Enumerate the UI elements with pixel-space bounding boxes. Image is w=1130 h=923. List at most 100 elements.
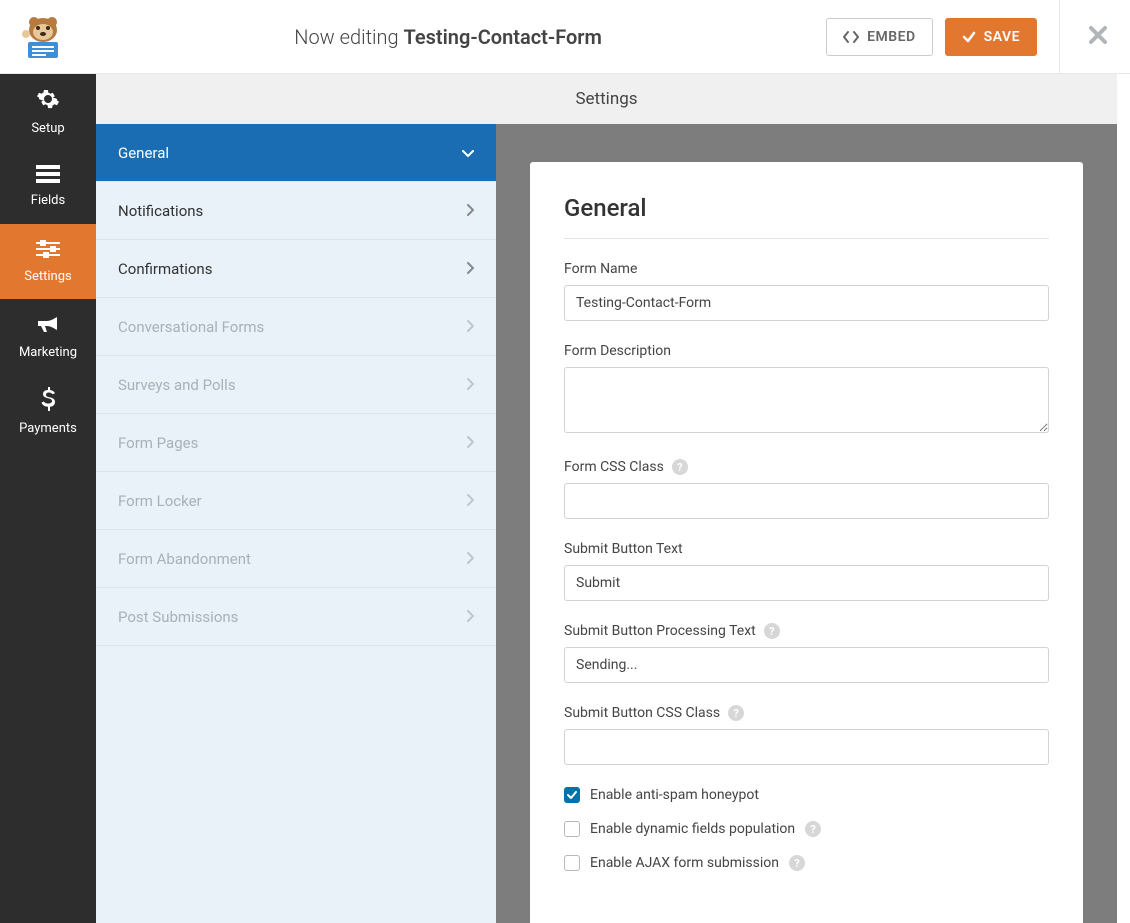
submit-text-input[interactable] — [564, 565, 1049, 601]
rail-item-fields[interactable]: Fields — [0, 149, 96, 224]
form-title: Testing-Contact-Form — [403, 25, 601, 49]
list-icon — [36, 165, 60, 187]
check-icon — [567, 791, 577, 799]
chevron-right-icon — [467, 260, 474, 278]
main-stage: General Form Name Form Description Form … — [496, 124, 1117, 923]
general-settings-card: General Form Name Form Description Form … — [530, 162, 1083, 923]
chevron-right-icon — [467, 434, 474, 452]
embed-button[interactable]: EMBED — [826, 18, 933, 56]
checkbox-ajax-row: Enable AJAX form submission ? — [564, 855, 1049, 871]
subitem-form-pages[interactable]: Form Pages — [96, 414, 496, 472]
checkbox-honeypot[interactable] — [564, 787, 580, 803]
subitem-label: Surveys and Polls — [118, 376, 236, 394]
close-button[interactable] — [1088, 25, 1110, 49]
subitem-post-submissions[interactable]: Post Submissions — [96, 588, 496, 646]
help-icon[interactable]: ? — [728, 705, 744, 721]
subitem-form-locker[interactable]: Form Locker — [96, 472, 496, 530]
submit-css-label: Submit Button CSS Class ? — [564, 705, 1049, 721]
submit-processing-input[interactable] — [564, 647, 1049, 683]
save-label: SAVE — [984, 29, 1020, 45]
editing-title: Now editing Testing-Contact-Form — [70, 25, 826, 49]
check-icon — [962, 30, 976, 44]
css-class-label: Form CSS Class ? — [564, 459, 1049, 475]
field-submit-css: Submit Button CSS Class ? — [564, 705, 1049, 765]
subitem-label: General — [118, 144, 169, 162]
css-class-label-text: Form CSS Class — [564, 459, 664, 475]
checkbox-honeypot-label: Enable anti-spam honeypot — [590, 787, 759, 803]
subitem-general[interactable]: General — [96, 124, 496, 182]
embed-label: EMBED — [867, 29, 916, 45]
rail-label: Setup — [31, 121, 64, 136]
app-logo — [15, 9, 70, 64]
rail-item-settings[interactable]: Settings — [0, 224, 96, 299]
field-submit-processing: Submit Button Processing Text ? — [564, 623, 1049, 683]
chevron-right-icon — [467, 318, 474, 336]
submit-css-label-text: Submit Button CSS Class — [564, 705, 720, 721]
section-title: Settings — [575, 89, 637, 109]
chevron-right-icon — [467, 492, 474, 510]
form-name-label: Form Name — [564, 261, 1049, 277]
form-desc-label: Form Description — [564, 343, 1049, 359]
subitem-form-abandonment[interactable]: Form Abandonment — [96, 530, 496, 588]
chevron-right-icon — [467, 202, 474, 220]
submit-css-input[interactable] — [564, 729, 1049, 765]
checkbox-honeypot-row: Enable anti-spam honeypot — [564, 787, 1049, 803]
subitem-label: Notifications — [118, 202, 203, 220]
subitem-label: Post Submissions — [118, 608, 238, 626]
subitem-label: Form Locker — [118, 492, 202, 510]
subitem-label: Conversational Forms — [118, 318, 264, 336]
chevron-right-icon — [467, 608, 474, 626]
rail-item-marketing[interactable]: Marketing — [0, 299, 96, 374]
field-css-class: Form CSS Class ? — [564, 459, 1049, 519]
field-form-description: Form Description — [564, 343, 1049, 437]
field-form-name: Form Name — [564, 261, 1049, 321]
now-editing-prefix: Now editing — [294, 25, 403, 49]
checkbox-ajax[interactable] — [564, 855, 580, 871]
bullhorn-icon — [36, 313, 60, 339]
help-icon[interactable]: ? — [764, 623, 780, 639]
rail-label: Fields — [31, 193, 65, 208]
divider — [1059, 0, 1060, 74]
settings-sublist: General Notifications Confirmations Conv… — [96, 124, 496, 923]
submit-processing-label-text: Submit Button Processing Text — [564, 623, 756, 639]
subitem-confirmations[interactable]: Confirmations — [96, 240, 496, 298]
checkbox-dynamic-label: Enable dynamic fields population — [590, 821, 795, 837]
form-name-input[interactable] — [564, 285, 1049, 321]
rail-label: Settings — [24, 269, 71, 284]
submit-processing-label: Submit Button Processing Text ? — [564, 623, 1049, 639]
rail-item-setup[interactable]: Setup — [0, 74, 96, 149]
subitem-label: Confirmations — [118, 260, 212, 278]
save-button[interactable]: SAVE — [945, 18, 1037, 56]
rail-item-payments[interactable]: Payments — [0, 374, 96, 449]
rail-label: Marketing — [19, 345, 77, 360]
help-icon[interactable]: ? — [789, 855, 805, 871]
css-class-input[interactable] — [564, 483, 1049, 519]
checkbox-dynamic[interactable] — [564, 821, 580, 837]
panel-title: General — [564, 194, 1049, 239]
subitem-label: Form Abandonment — [118, 550, 251, 568]
chevron-down-icon — [462, 144, 474, 162]
section-header: Settings — [96, 74, 1117, 124]
sidebar-rail: Setup Fields Settings Marketing Payments — [0, 74, 96, 923]
field-submit-text: Submit Button Text — [564, 541, 1049, 601]
subitem-label: Form Pages — [118, 434, 198, 452]
help-icon[interactable]: ? — [805, 821, 821, 837]
checkbox-dynamic-row: Enable dynamic fields population ? — [564, 821, 1049, 837]
sliders-icon — [36, 239, 60, 263]
rail-label: Payments — [19, 421, 77, 436]
form-desc-input[interactable] — [564, 367, 1049, 433]
gear-icon — [36, 87, 60, 115]
checkbox-ajax-label: Enable AJAX form submission — [590, 855, 779, 871]
chevron-right-icon — [467, 376, 474, 394]
subitem-surveys-polls[interactable]: Surveys and Polls — [96, 356, 496, 414]
subitem-notifications[interactable]: Notifications — [96, 182, 496, 240]
subitem-conversational-forms[interactable]: Conversational Forms — [96, 298, 496, 356]
dollar-icon — [40, 387, 56, 415]
chevron-right-icon — [467, 550, 474, 568]
close-icon — [1088, 25, 1108, 45]
help-icon[interactable]: ? — [672, 459, 688, 475]
code-icon — [843, 30, 859, 44]
submit-text-label: Submit Button Text — [564, 541, 1049, 557]
topbar: Now editing Testing-Contact-Form EMBED S… — [0, 0, 1130, 74]
bear-mascot-icon — [18, 12, 68, 62]
